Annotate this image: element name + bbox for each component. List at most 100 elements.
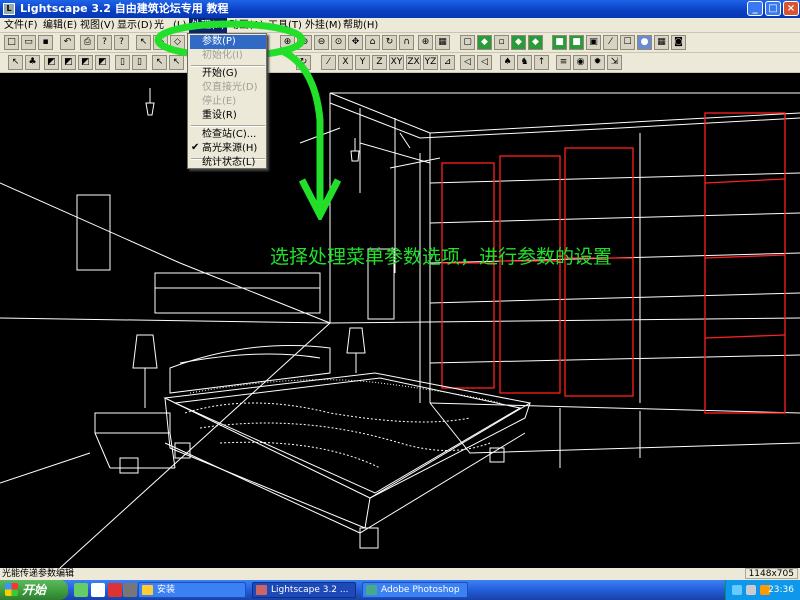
shaded-icon[interactable]: ◆ [511, 35, 526, 50]
checkmark-icon: ✔ [191, 142, 200, 153]
taskbar-item-label: Adobe Photoshop [381, 585, 460, 595]
help-icon[interactable]: ? [97, 35, 112, 50]
3d-viewport[interactable] [0, 73, 800, 568]
run-icon[interactable]: ♞ [517, 55, 532, 70]
system-tray: 23:36 [725, 580, 800, 600]
select-surface-icon[interactable]: ◩ [61, 55, 76, 70]
lightscape-icon [256, 585, 267, 595]
rotate-icon[interactable]: ↻ [382, 35, 397, 50]
quicklaunch-icon[interactable] [74, 583, 88, 597]
quicklaunch-icon[interactable] [91, 583, 105, 597]
stack-icon[interactable]: ≡ [556, 55, 571, 70]
select-surface-icon[interactable]: ◩ [95, 55, 110, 70]
folder-icon [142, 585, 153, 595]
camera-icon[interactable]: ◙ [671, 35, 686, 50]
window-title: Lightscape 3.2 自由建筑论坛专用 教程 [20, 2, 229, 15]
tool-icon[interactable]: ◁ [460, 55, 475, 70]
copy-icon[interactable]: ▣ [586, 35, 601, 50]
quicklaunch-icon[interactable] [108, 583, 122, 597]
outline-icon[interactable]: ▫ [494, 35, 509, 50]
undo-icon[interactable]: ↶ [60, 35, 75, 50]
blocks-icon[interactable]: ▦ [654, 35, 669, 50]
minimize-button[interactable]: _ [747, 1, 763, 16]
new-file-icon[interactable]: □ [4, 35, 19, 50]
axis-z-button[interactable]: Z [372, 55, 387, 70]
layers-icon[interactable]: ■ [552, 35, 567, 50]
quicklaunch-icon[interactable] [123, 583, 137, 597]
menu-separator [191, 125, 265, 127]
viewport-dimensions: 1148x705 [744, 568, 798, 579]
sun-icon[interactable]: ✹ [590, 55, 605, 70]
zoom-window-icon[interactable]: ⊕ [418, 35, 433, 50]
menu-view[interactable]: 视图(V) [78, 18, 117, 33]
globe-icon[interactable]: ◉ [573, 55, 588, 70]
plane-yz-button[interactable]: YZ [423, 55, 438, 70]
menu-item-init[interactable]: 初始化(I) [190, 49, 266, 63]
menu-file[interactable]: 文件(F) [2, 18, 40, 33]
texture-icon[interactable]: ◆ [528, 35, 543, 50]
photoshop-icon [366, 585, 377, 595]
tray-icon[interactable] [732, 585, 742, 595]
taskbar-item-photoshop[interactable]: Adobe Photoshop [362, 582, 468, 598]
print-icon[interactable]: ⎙ [80, 35, 95, 50]
orbit-icon[interactable]: ⌂ [365, 35, 380, 50]
arrow-icon[interactable]: ↖ [8, 55, 23, 70]
start-label: 开始 [22, 583, 47, 597]
status-bar: 光能传递参数编辑 1148x705 [0, 568, 800, 580]
wireframe-scene [0, 88, 800, 568]
wand-icon[interactable]: ⁄ [603, 35, 618, 50]
light-icon[interactable]: ☐ [620, 35, 635, 50]
solid-icon[interactable]: ◆ [477, 35, 492, 50]
taskbar-item-folder[interactable]: 安装 [138, 582, 246, 598]
maximize-button[interactable]: □ [765, 1, 781, 16]
select-surface-icon[interactable]: ◩ [44, 55, 59, 70]
windows-logo-icon [5, 583, 18, 596]
page-icon[interactable]: ▯ [115, 55, 130, 70]
menu-bar: 文件(F) 编辑(E) 视图(V) 显示(D) 光 (L) 处理(P) 动画(A… [0, 18, 800, 33]
page-icon[interactable]: ▯ [132, 55, 147, 70]
select-surface-icon[interactable]: ◩ [78, 55, 93, 70]
grid-icon[interactable]: ▦ [435, 35, 450, 50]
up-icon[interactable]: ↑ [534, 55, 549, 70]
menu-item-direct-only[interactable]: 仅直接光(D) [190, 81, 266, 95]
select-tool-icon[interactable]: ↖ [136, 35, 151, 50]
menu-display[interactable]: 显示(D) [115, 18, 155, 33]
render-mode-icon[interactable]: ▢ [460, 35, 475, 50]
materials-icon[interactable]: ● [637, 35, 652, 50]
title-bar: L Lightscape 3.2 自由建筑论坛专用 教程 _ □ × [0, 0, 800, 18]
menu-item-highlight-row[interactable]: ✔ 高光来源(H) [190, 142, 266, 156]
taskbar-item-lightscape[interactable]: Lightscape 3.2 ... [252, 582, 356, 598]
context-help-icon[interactable]: ? [114, 35, 129, 50]
open-folder-icon[interactable]: ▭ [21, 35, 36, 50]
menu-item-stop[interactable]: 停止(E) [190, 95, 266, 109]
menu-item-inspect[interactable]: 检查站(C)... [190, 128, 266, 142]
start-button[interactable]: 开始 [0, 580, 68, 600]
export-icon[interactable]: ⇲ [607, 55, 622, 70]
menu-item-highlight: 高光来源(H) [202, 143, 258, 154]
status-text: 光能传递参数编辑 [2, 569, 75, 579]
annotation-text: 选择处理菜单参数选项，进行参数的设置 [270, 246, 613, 268]
person-icon[interactable]: ♣ [25, 55, 40, 70]
taskbar: 开始 安装 Lightscape 3.2 ... Adobe Photoshop… [0, 580, 800, 600]
clock[interactable]: 23:36 [768, 580, 794, 600]
view-toolbar: ↖ ♣ ◩ ◩ ◩ ◩ ▯ ▯ ↖ ↖ ↻ ⁄ X Y Z XY ZX YZ ⊿… [0, 53, 800, 73]
close-button[interactable]: × [783, 1, 799, 16]
walk-icon[interactable]: ∩ [399, 35, 414, 50]
tray-icon[interactable] [746, 585, 756, 595]
tool-icon[interactable]: ◁ [477, 55, 492, 70]
taskbar-item-label: 安装 [157, 585, 176, 595]
plane-xy-button[interactable]: XY [389, 55, 404, 70]
save-icon[interactable]: ▪ [38, 35, 53, 50]
menu-item-start[interactable]: 开始(G) [190, 67, 266, 81]
snap-icon[interactable]: ⊿ [440, 55, 455, 70]
plane-zx-button[interactable]: ZX [406, 55, 421, 70]
app-icon[interactable]: L [3, 3, 15, 15]
menu-item-stats[interactable]: 统计状态(L) [190, 156, 266, 170]
menu-item-reset[interactable]: 重设(R) [190, 109, 266, 123]
main-toolbar: □ ▭ ▪ ↶ ⎙ ? ? ↖ ◇ ◇ ⊕ ⊕ ⊖ ⊙ ✥ ⌂ ↻ ∩ ⊕ ▦ … [0, 33, 800, 53]
layers-icon[interactable]: ■ [569, 35, 584, 50]
menu-edit[interactable]: 编辑(E) [41, 18, 79, 33]
process-menu-dropdown: 参数(P) 初始化(I) 开始(G) 仅直接光(D) 停止(E) 重设(R) 检… [187, 33, 267, 169]
menu-item-parameters[interactable]: 参数(P) [190, 35, 266, 49]
walk-icon[interactable]: ♠ [500, 55, 515, 70]
